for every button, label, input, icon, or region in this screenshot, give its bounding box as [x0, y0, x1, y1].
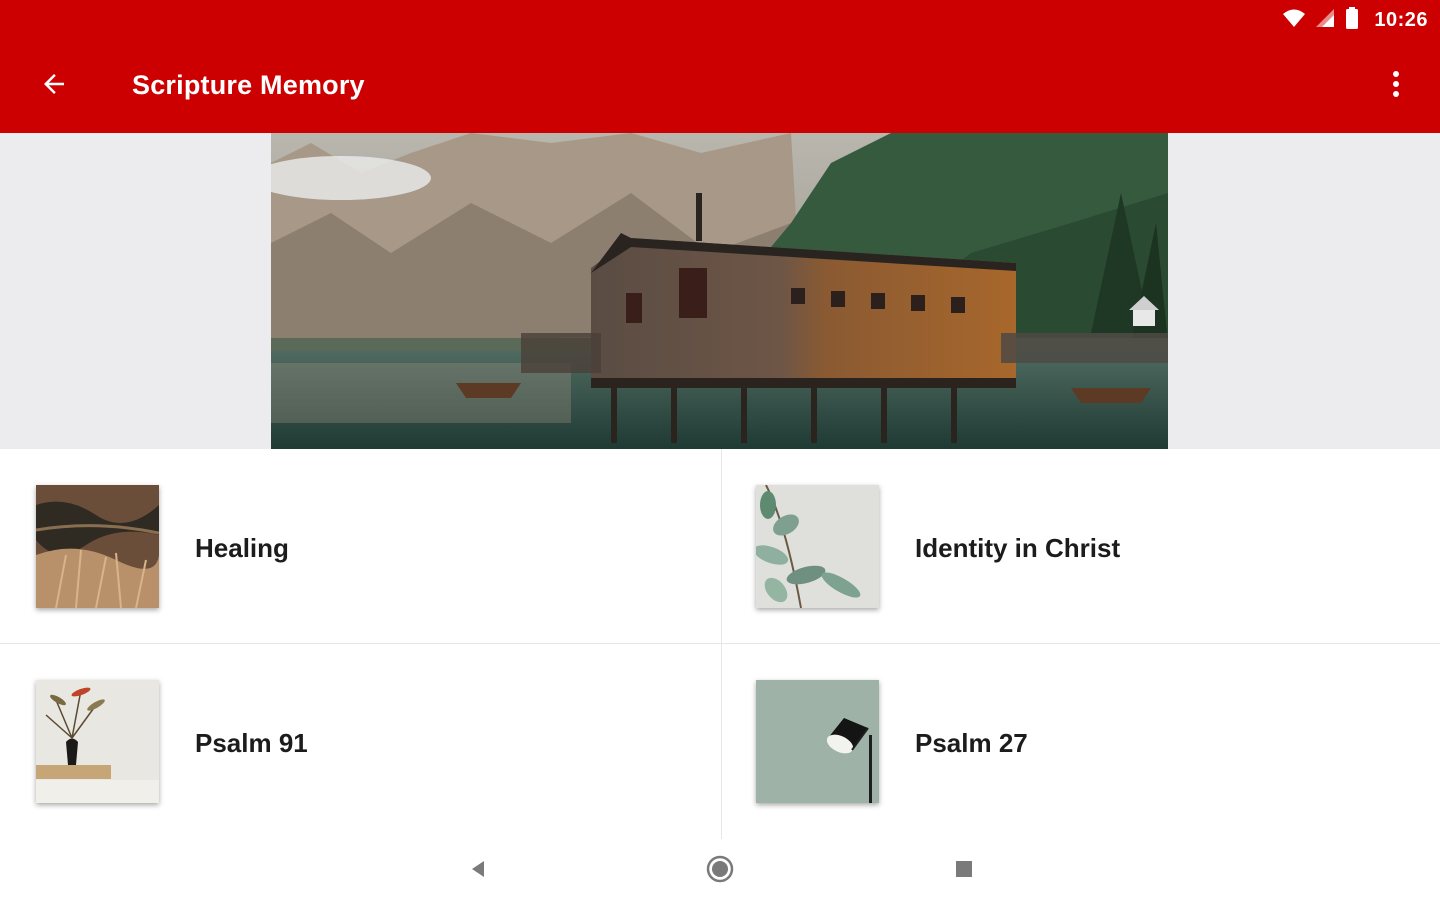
eucalyptus-leaves-thumbnail: [756, 485, 879, 608]
dry-grass-thumbnail: [36, 485, 159, 608]
topic-tile-psalm-91[interactable]: Psalm 91: [0, 644, 720, 838]
vase-flowers-thumbnail: [36, 680, 159, 803]
system-back-button[interactable]: [454, 847, 502, 895]
back-triangle-icon: [468, 859, 488, 884]
topic-tile-psalm-27[interactable]: Psalm 27: [720, 644, 1440, 838]
topic-tile-identity-in-christ[interactable]: Identity in Christ: [720, 449, 1440, 643]
status-time: 10:26: [1374, 8, 1428, 31]
system-recents-button[interactable]: [940, 847, 988, 895]
signal-icon: [1314, 8, 1336, 33]
grid-divider-vertical: [721, 449, 722, 839]
back-button[interactable]: [26, 62, 82, 110]
arrow-left-icon: [39, 69, 69, 104]
topic-label: Psalm 27: [915, 728, 1028, 758]
app-screen: 10:26 Scripture Memory Healing Identity …: [0, 0, 1440, 900]
topic-label: Identity in Christ: [915, 533, 1121, 563]
home-circle-icon: [705, 854, 735, 889]
banner-area: [0, 133, 1440, 449]
topic-label: Healing: [195, 533, 289, 563]
page-title: Scripture Memory: [132, 70, 365, 100]
system-home-button[interactable]: [696, 847, 744, 895]
system-nav-bar: [0, 839, 1440, 900]
recents-square-icon: [954, 859, 974, 884]
battery-icon: [1344, 6, 1360, 35]
banner-image: [271, 133, 1168, 449]
status-bar: 10:26: [1282, 0, 1440, 40]
wall-lamp-thumbnail: [756, 680, 879, 803]
more-vert-icon: [1391, 69, 1401, 104]
topic-grid: Healing Identity in Christ Psalm 91 Psal…: [0, 449, 1440, 839]
topic-label: Psalm 91: [195, 728, 308, 758]
app-bar: 10:26 Scripture Memory: [0, 0, 1440, 133]
overflow-menu-button[interactable]: [1372, 62, 1420, 110]
topic-tile-healing[interactable]: Healing: [0, 449, 720, 643]
wifi-icon: [1282, 8, 1306, 33]
toolbar: Scripture Memory: [0, 48, 1440, 124]
